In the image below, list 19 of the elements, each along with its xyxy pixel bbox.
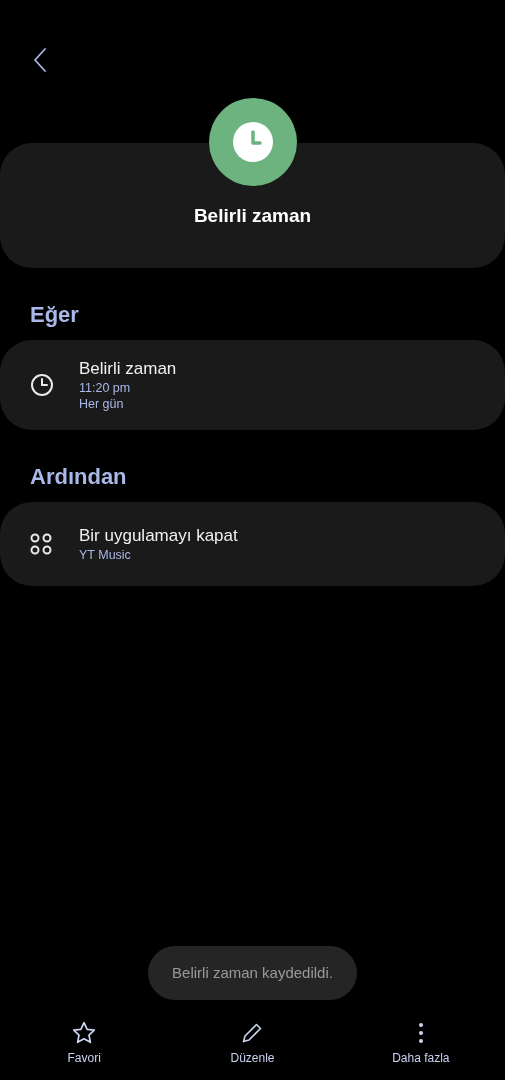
action-title: Bir uygulamayı kapat	[79, 525, 238, 547]
action-title: Belirli zaman	[79, 358, 177, 380]
action-card[interactable]: Belirli zaman 11:20 pm Her gün	[0, 340, 505, 430]
star-icon	[71, 1020, 98, 1046]
apps-icon	[30, 533, 52, 555]
header-title: Belirli zaman	[193, 204, 312, 228]
action-detail: Her gün	[79, 396, 125, 412]
toast-message: Belirli zaman kaydedildi.	[148, 946, 357, 1000]
more-icon	[417, 1022, 424, 1044]
bottom-action-button[interactable]: Favori	[0, 1020, 169, 1066]
section-heading: Eğer	[30, 301, 80, 329]
bottom-action-button[interactable]: Daha fazla	[336, 1020, 505, 1066]
action-card[interactable]: Bir uygulamayı kapat YT Music	[0, 502, 505, 586]
action-detail: 11:20 pm	[79, 380, 132, 396]
section-heading: Ardından	[30, 463, 128, 491]
back-icon	[33, 47, 47, 73]
clock-icon	[30, 373, 54, 397]
bottom-action-button[interactable]: Düzenle	[168, 1020, 337, 1066]
action-detail: YT Music	[79, 547, 132, 563]
